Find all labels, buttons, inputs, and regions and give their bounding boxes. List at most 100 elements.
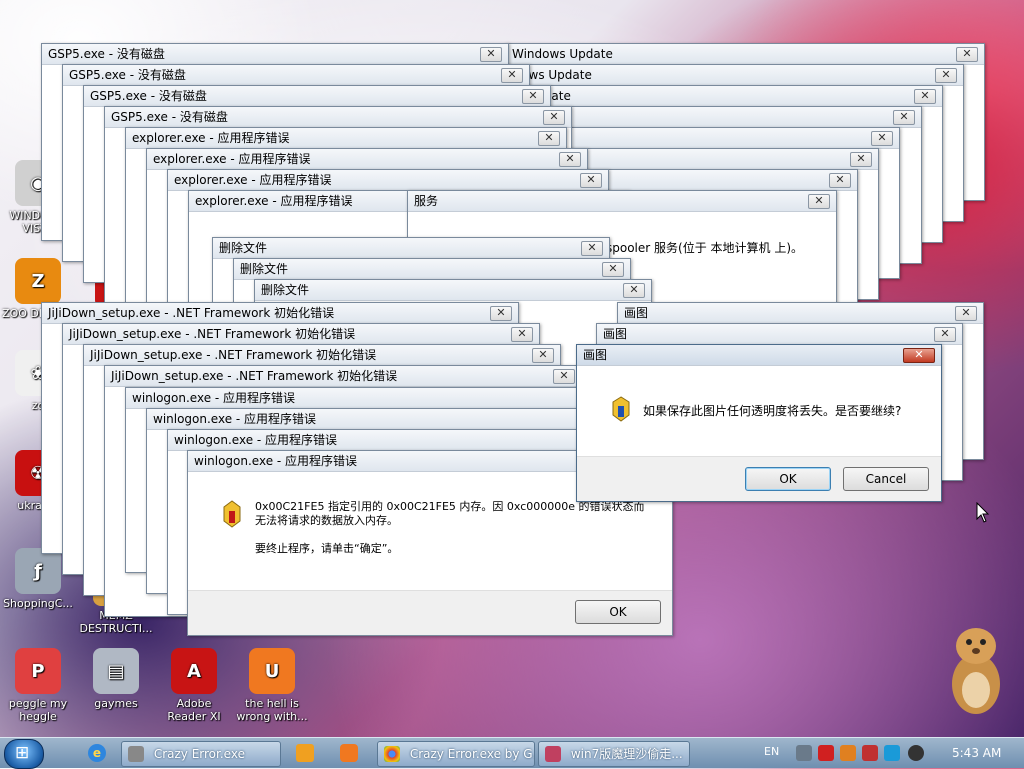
window-titlebar: GSP5.exe - 没有磁盘 ✕ bbox=[84, 86, 550, 107]
close-button[interactable]: ✕ bbox=[850, 152, 872, 167]
window-titlebar: explorer.exe - 应用程序错误 ✕ bbox=[168, 170, 608, 191]
close-button[interactable]: ✕ bbox=[829, 173, 851, 188]
window-title: GSP5.exe - 没有磁盘 bbox=[69, 68, 186, 82]
tray-icon[interactable] bbox=[908, 745, 924, 761]
window-titlebar: explorer.exe - 应用程序错误 ✕ bbox=[126, 128, 566, 149]
close-button[interactable]: ✕ bbox=[511, 327, 533, 342]
media-player-icon[interactable] bbox=[296, 744, 314, 762]
app-icon bbox=[545, 745, 561, 762]
close-button[interactable]: ✕ bbox=[581, 241, 603, 256]
close-button[interactable]: ✕ bbox=[490, 306, 512, 321]
desktop-icon[interactable]: A Adobe Reader XI bbox=[156, 648, 232, 723]
close-button[interactable]: ✕ bbox=[871, 131, 893, 146]
ok-button[interactable]: OK bbox=[575, 600, 661, 624]
close-button[interactable]: ✕ bbox=[532, 348, 554, 363]
window-titlebar: 服务 ✕ bbox=[408, 191, 836, 212]
window-titlebar: JiJiDown_setup.exe - .NET Framework 初始化错… bbox=[63, 324, 539, 345]
window-title: JiJiDown_setup.exe - .NET Framework 初始化错… bbox=[90, 348, 377, 362]
close-button[interactable]: ✕ bbox=[559, 152, 581, 167]
taskbar-item[interactable]: win7版魔理沙偷走... bbox=[538, 741, 690, 767]
ok-button[interactable]: OK bbox=[745, 467, 831, 491]
desktop-icon[interactable]: Ppeggle my heggle bbox=[0, 648, 76, 723]
close-button[interactable]: ✕ bbox=[934, 327, 956, 342]
close-button[interactable]: ✕ bbox=[903, 348, 935, 363]
mouse-cursor-icon bbox=[976, 501, 990, 527]
desktop-icon[interactable]: Uthe hell is wrong with... bbox=[234, 648, 310, 723]
window-title: 画图 bbox=[624, 306, 649, 320]
close-button[interactable]: ✕ bbox=[522, 89, 544, 104]
window-title: 删除文件 bbox=[240, 262, 289, 276]
close-button[interactable]: ✕ bbox=[480, 47, 502, 62]
window-titlebar: explorer.exe - 应用程序错误 ✕ bbox=[147, 149, 587, 170]
close-button[interactable]: ✕ bbox=[808, 194, 830, 209]
window-titlebar: Windows Update✕ bbox=[485, 65, 963, 86]
window-title: winlogon.exe - 应用程序错误 bbox=[132, 391, 296, 405]
window-titlebar: 删除文件 ✕ bbox=[234, 259, 630, 280]
desktop-icon-image: U bbox=[249, 648, 295, 694]
window-titlebar: GSP5.exe - 没有磁盘 ✕ bbox=[42, 44, 508, 65]
window-titlebar: 画图 ✕ bbox=[597, 324, 962, 345]
window-title: 画图 bbox=[603, 327, 628, 341]
tray-icon[interactable] bbox=[862, 745, 878, 761]
error-message-line: 无法将请求的数据放入内存。 bbox=[255, 514, 398, 527]
desktop-icon-label: Adobe Reader XI bbox=[167, 697, 221, 723]
window-titlebar: Windows Update✕ bbox=[506, 44, 984, 65]
close-button[interactable]: ✕ bbox=[893, 110, 915, 125]
close-button[interactable]: ✕ bbox=[935, 68, 957, 83]
window-title: JiJiDown_setup.exe - .NET Framework 初始化错… bbox=[48, 306, 335, 320]
app-icon bbox=[128, 745, 144, 762]
window-title: GSP5.exe - 没有磁盘 bbox=[48, 47, 165, 61]
window-title: 服务 bbox=[414, 194, 439, 208]
desktop-icon-image: ▤ bbox=[93, 648, 139, 694]
paint-confirm-dialog: 画图 ✕ 如果保存此图片任何透明度将丢失。是否要继续? OK Cancel bbox=[576, 344, 942, 502]
close-button[interactable]: ✕ bbox=[553, 369, 575, 384]
paint-message: 如果保存此图片任何透明度将丢失。是否要继续? bbox=[643, 404, 902, 418]
error-icon bbox=[220, 499, 244, 529]
tray-icon[interactable] bbox=[840, 745, 856, 761]
tray-icon[interactable] bbox=[818, 745, 834, 761]
desktop-icon-image: P bbox=[15, 648, 61, 694]
service-message: spooler 服务(位于 本地计算机 上)。 bbox=[606, 241, 804, 255]
cancel-button[interactable]: Cancel bbox=[843, 467, 929, 491]
hamster-image bbox=[946, 620, 1006, 716]
window-title: 删除文件 bbox=[219, 241, 268, 255]
desktop-icon-image: A bbox=[171, 648, 217, 694]
close-button[interactable]: ✕ bbox=[602, 262, 624, 277]
close-button[interactable]: ✕ bbox=[956, 47, 978, 62]
taskbar-item[interactable]: Crazy Error.exe by G... bbox=[377, 741, 535, 767]
tray-icon[interactable] bbox=[796, 745, 812, 761]
window-title: explorer.exe - 应用程序错误 bbox=[174, 173, 332, 187]
clock[interactable]: 5:43 AM bbox=[952, 746, 1001, 760]
desktop-icon-label: gaymes bbox=[94, 697, 138, 710]
taskbar: e Crazy Error.exe Crazy Error.exe by G..… bbox=[0, 737, 1024, 769]
window-titlebar: GSP5.exe - 没有磁盘 ✕ bbox=[105, 107, 571, 128]
dialog-title: 画图 bbox=[583, 348, 608, 362]
window-titlebar: 删除文件 ✕ bbox=[255, 280, 651, 301]
window-title: explorer.exe - 应用程序错误 bbox=[132, 131, 290, 145]
close-button[interactable]: ✕ bbox=[538, 131, 560, 146]
language-indicator[interactable]: EN bbox=[764, 745, 779, 758]
close-button[interactable]: ✕ bbox=[543, 110, 565, 125]
close-button[interactable]: ✕ bbox=[955, 306, 977, 321]
taskbar-item[interactable]: Crazy Error.exe bbox=[121, 741, 281, 767]
window-titlebar: winlogon.exe - 应用程序错误✕ bbox=[126, 388, 610, 409]
chrome-icon bbox=[384, 745, 400, 762]
window-title: JiJiDown_setup.exe - .NET Framework 初始化错… bbox=[69, 327, 356, 341]
uc-browser-icon[interactable] bbox=[340, 744, 358, 762]
close-button[interactable]: ✕ bbox=[623, 283, 645, 298]
window-titlebar: 画图 ✕ bbox=[618, 303, 983, 324]
error-message-line: 0x00C21FE5 指定引用的 0x00C21FE5 内存。因 0xc0000… bbox=[255, 500, 645, 513]
internet-explorer-icon[interactable]: e bbox=[88, 744, 106, 762]
window-titlebar: 删除文件 ✕ bbox=[213, 238, 609, 259]
window-title: 删除文件 bbox=[261, 283, 310, 297]
start-button[interactable] bbox=[4, 739, 44, 769]
window-titlebar: JiJiDown_setup.exe - .NET Framework 初始化错… bbox=[42, 303, 518, 324]
close-button[interactable]: ✕ bbox=[501, 68, 523, 83]
window-title: winlogon.exe - 应用程序错误 bbox=[153, 412, 317, 426]
tray-icon[interactable] bbox=[884, 745, 900, 761]
taskbar-item-label: win7版魔理沙偷走... bbox=[570, 747, 683, 761]
close-button[interactable]: ✕ bbox=[914, 89, 936, 104]
window-titlebar: JiJiDown_setup.exe - .NET Framework 初始化错… bbox=[105, 366, 581, 387]
desktop-icon[interactable]: ▤ gaymes bbox=[78, 648, 154, 710]
close-button[interactable]: ✕ bbox=[580, 173, 602, 188]
